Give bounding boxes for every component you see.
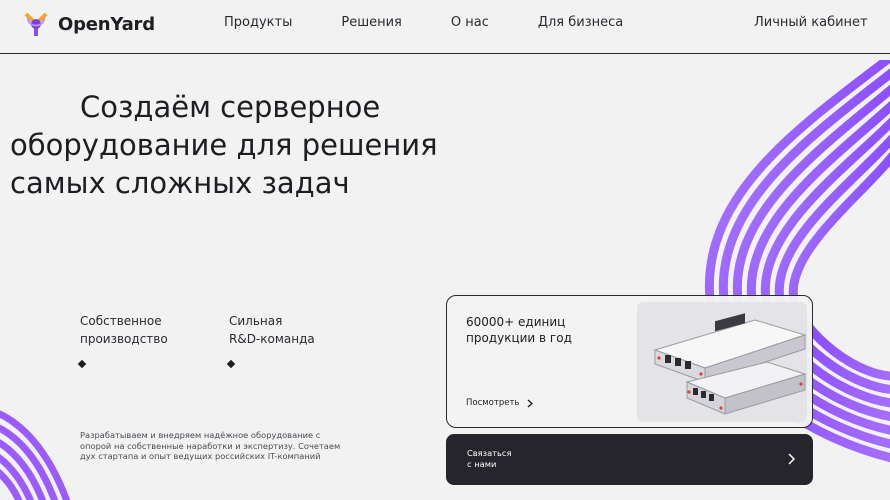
feature-own-production: Собственное производство bbox=[80, 312, 200, 348]
product-card[interactable]: 60000+ единиц продукции в год Посмотреть bbox=[446, 295, 813, 428]
view-products-link[interactable]: Посмотреть bbox=[466, 398, 534, 408]
hero-title-line: Создаём серверное bbox=[80, 90, 381, 124]
nav-item-products[interactable]: Продукты bbox=[224, 15, 292, 30]
hero-title-line: оборудование для решения bbox=[10, 128, 438, 162]
feature-rnd-team: Сильная R&D-команда bbox=[229, 312, 349, 348]
contact-us-label: Связаться с нами bbox=[467, 448, 547, 469]
contact-us-label-line: Связаться bbox=[467, 448, 512, 458]
site-header: OpenYard Продукты Решения О нас Для бизн… bbox=[0, 0, 890, 54]
nav-item-about[interactable]: О нас bbox=[451, 15, 489, 30]
product-card-title-line: 60000+ единиц bbox=[466, 315, 566, 329]
view-products-label: Посмотреть bbox=[466, 398, 520, 408]
chevron-right-icon bbox=[527, 398, 534, 408]
contact-us-label-line: с нами bbox=[467, 458, 497, 469]
diamond-bullet-icon bbox=[77, 359, 87, 369]
decorative-ribbon-left bbox=[0, 410, 71, 500]
contact-us-button[interactable]: Связаться с нами bbox=[446, 434, 813, 485]
account-link[interactable]: Личный кабинет bbox=[754, 15, 868, 30]
nav-item-solutions[interactable]: Решения bbox=[341, 15, 402, 30]
feature-line: производство bbox=[80, 332, 168, 346]
logo-text: OpenYard bbox=[58, 13, 155, 35]
nav-item-business[interactable]: Для бизнеса bbox=[538, 15, 623, 30]
hero-title: Создаём серверное оборудование для решен… bbox=[10, 88, 480, 202]
feature-line: Собственное bbox=[80, 314, 162, 328]
feature-line: R&D-команда bbox=[229, 332, 315, 346]
chevron-right-icon bbox=[788, 453, 795, 465]
server-image bbox=[637, 302, 807, 422]
company-description: Разрабатываем и внедряем надёжное оборуд… bbox=[80, 430, 341, 461]
logo[interactable]: OpenYard bbox=[24, 10, 155, 38]
server-illustration bbox=[653, 313, 807, 415]
diamond-bullet-icon bbox=[226, 359, 236, 369]
feature-line: Сильная bbox=[229, 314, 283, 328]
product-card-title: 60000+ единиц продукции в год bbox=[466, 314, 616, 346]
hero-title-line: самых сложных задач bbox=[10, 166, 350, 200]
product-card-title-line: продукции в год bbox=[466, 331, 572, 345]
main-nav: Продукты Решения О нас Для бизнеса bbox=[224, 15, 623, 30]
openyard-logo-icon bbox=[24, 12, 48, 36]
